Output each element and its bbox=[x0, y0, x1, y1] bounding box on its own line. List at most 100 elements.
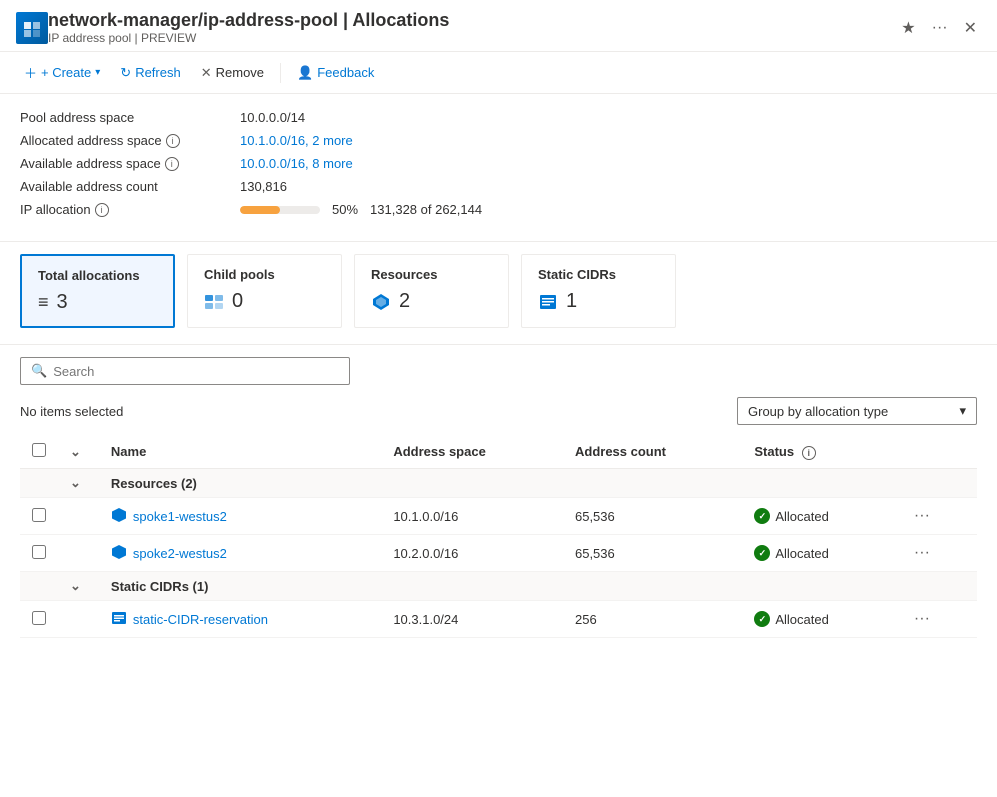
row-status-cell: Allocated bbox=[742, 601, 896, 638]
row-checkbox[interactable] bbox=[32, 508, 46, 522]
progress-bar-fill bbox=[240, 206, 280, 214]
row-name-cell: spoke2-westus2 bbox=[99, 535, 381, 572]
card-total-value: ≡ 3 bbox=[38, 291, 157, 314]
row-name-link[interactable]: static-CIDR-reservation bbox=[111, 610, 369, 629]
group-by-dropdown[interactable]: Group by allocation type ▾ bbox=[737, 397, 977, 425]
search-box[interactable]: 🔍 bbox=[20, 357, 350, 385]
card-child-pools[interactable]: Child pools 0 bbox=[187, 254, 342, 328]
allocated-address-space-value[interactable]: 10.1.0.0/16, 2 more bbox=[240, 133, 353, 148]
status-dot-icon bbox=[754, 508, 770, 524]
title-bar: network-manager/ip-address-pool | Alloca… bbox=[0, 0, 997, 52]
star-button[interactable]: ★ bbox=[897, 14, 919, 42]
status-info-icon[interactable]: i bbox=[802, 446, 816, 460]
title-bar-actions: ★ ··· ✕ bbox=[897, 14, 981, 42]
remove-button[interactable]: ✕ Remove bbox=[193, 60, 272, 86]
close-button[interactable]: ✕ bbox=[960, 14, 981, 42]
group-name-cell: Static CIDRs (1) bbox=[99, 572, 977, 601]
row-address-space-cell: 10.1.0.0/16 bbox=[381, 498, 563, 535]
available-address-count-label: Available address count bbox=[20, 179, 240, 194]
cards-section: Total allocations ≡ 3 Child pools 0 Reso… bbox=[0, 242, 997, 345]
row-checkbox[interactable] bbox=[32, 545, 46, 559]
row-more-cell: ··· bbox=[896, 498, 977, 535]
card-child-title: Child pools bbox=[204, 267, 325, 282]
group-name-cell: Resources (2) bbox=[99, 469, 977, 498]
header-name: Name bbox=[99, 435, 381, 469]
list-section: 🔍 No items selected Group by allocation … bbox=[0, 345, 997, 650]
group-expand-icon[interactable]: ⌄ bbox=[70, 578, 81, 593]
list-controls: No items selected Group by allocation ty… bbox=[20, 397, 977, 425]
card-resources-title: Resources bbox=[371, 267, 492, 282]
header-actions bbox=[896, 435, 977, 469]
progress-count: 131,328 of 262,144 bbox=[370, 202, 482, 217]
row-type-icon bbox=[111, 544, 127, 563]
ip-allocation-info-icon[interactable]: i bbox=[95, 203, 109, 217]
group-check-cell bbox=[20, 469, 58, 498]
title-text-group: network-manager/ip-address-pool | Alloca… bbox=[48, 10, 449, 45]
header-address-space: Address space bbox=[381, 435, 563, 469]
child-pools-icon bbox=[204, 290, 224, 313]
status-text: Allocated bbox=[775, 509, 828, 524]
row-name-link[interactable]: spoke1-westus2 bbox=[111, 507, 369, 526]
card-total-allocations[interactable]: Total allocations ≡ 3 bbox=[20, 254, 175, 328]
dropdown-chevron-icon: ▾ bbox=[959, 403, 966, 419]
card-static-cidrs[interactable]: Static CIDRs 1 bbox=[521, 254, 676, 328]
table-group-row: ⌄ Static CIDRs (1) bbox=[20, 572, 977, 601]
available-address-space-row: Available address space i 10.0.0.0/16, 8… bbox=[20, 156, 977, 171]
row-more-cell: ··· bbox=[896, 601, 977, 638]
more-options-button[interactable]: ··· bbox=[928, 14, 952, 42]
pool-address-space-label: Pool address space bbox=[20, 110, 240, 125]
progress-percent: 50% bbox=[332, 202, 358, 217]
allocations-table: ⌄ Name Address space Address count Statu… bbox=[20, 435, 977, 638]
row-name-cell: static-CIDR-reservation bbox=[99, 601, 381, 638]
table-header-row: ⌄ Name Address space Address count Statu… bbox=[20, 435, 977, 469]
group-chevron-cell: ⌄ bbox=[58, 572, 99, 601]
row-indent-cell bbox=[58, 601, 99, 638]
row-type-icon bbox=[111, 610, 127, 629]
group-check-cell bbox=[20, 572, 58, 601]
row-more-button[interactable]: ··· bbox=[908, 542, 936, 564]
row-address-space-cell: 10.3.1.0/24 bbox=[381, 601, 563, 638]
header-expand-cell: ⌄ bbox=[58, 435, 99, 469]
search-input[interactable] bbox=[53, 364, 339, 379]
select-all-checkbox[interactable] bbox=[32, 443, 46, 457]
card-child-value: 0 bbox=[204, 290, 325, 313]
available-info-icon[interactable]: i bbox=[165, 157, 179, 171]
row-address-count-cell: 256 bbox=[563, 601, 742, 638]
search-row: 🔍 bbox=[20, 357, 977, 385]
ip-allocation-label: IP allocation i bbox=[20, 202, 240, 217]
ip-allocation-row: IP allocation i 50% 131,328 of 262,144 bbox=[20, 202, 977, 217]
header-status: Status i bbox=[742, 435, 896, 469]
header-checkbox-cell bbox=[20, 435, 58, 469]
row-name-link[interactable]: spoke2-westus2 bbox=[111, 544, 369, 563]
status-dot-icon bbox=[754, 545, 770, 561]
row-more-button[interactable]: ··· bbox=[908, 608, 936, 630]
create-button[interactable]: ＋ + Create ▾ bbox=[16, 58, 108, 87]
resources-icon bbox=[371, 290, 391, 313]
card-resources[interactable]: Resources 2 bbox=[354, 254, 509, 328]
row-status-cell: Allocated bbox=[742, 535, 896, 572]
refresh-button[interactable]: ↻ Refresh bbox=[112, 60, 188, 86]
row-checkbox[interactable] bbox=[32, 611, 46, 625]
card-static-value: 1 bbox=[538, 290, 659, 313]
available-address-space-label: Available address space i bbox=[20, 156, 240, 171]
azure-logo-icon bbox=[16, 12, 48, 44]
progress-row: 50% 131,328 of 262,144 bbox=[240, 202, 482, 217]
info-section: Pool address space 10.0.0.0/14 Allocated… bbox=[0, 94, 997, 242]
available-address-space-value[interactable]: 10.0.0.0/16, 8 more bbox=[240, 156, 353, 171]
header-address-count: Address count bbox=[563, 435, 742, 469]
card-total-title: Total allocations bbox=[38, 268, 157, 283]
available-address-count-row: Available address count 130,816 bbox=[20, 179, 977, 194]
group-by-label: Group by allocation type bbox=[748, 404, 888, 419]
progress-bar bbox=[240, 206, 320, 214]
allocated-info-icon[interactable]: i bbox=[166, 134, 180, 148]
group-expand-icon[interactable]: ⌄ bbox=[70, 475, 81, 490]
expand-all-icon[interactable]: ⌄ bbox=[70, 444, 81, 459]
row-address-count-cell: 65,536 bbox=[563, 498, 742, 535]
create-icon: ＋ bbox=[24, 63, 37, 82]
status-text: Allocated bbox=[775, 612, 828, 627]
toolbar: ＋ + Create ▾ ↻ Refresh ✕ Remove 👤 Feedba… bbox=[0, 52, 997, 94]
row-address-space-cell: 10.2.0.0/16 bbox=[381, 535, 563, 572]
feedback-button[interactable]: 👤 Feedback bbox=[289, 60, 382, 86]
no-items-label: No items selected bbox=[20, 404, 123, 419]
row-more-button[interactable]: ··· bbox=[908, 505, 936, 527]
